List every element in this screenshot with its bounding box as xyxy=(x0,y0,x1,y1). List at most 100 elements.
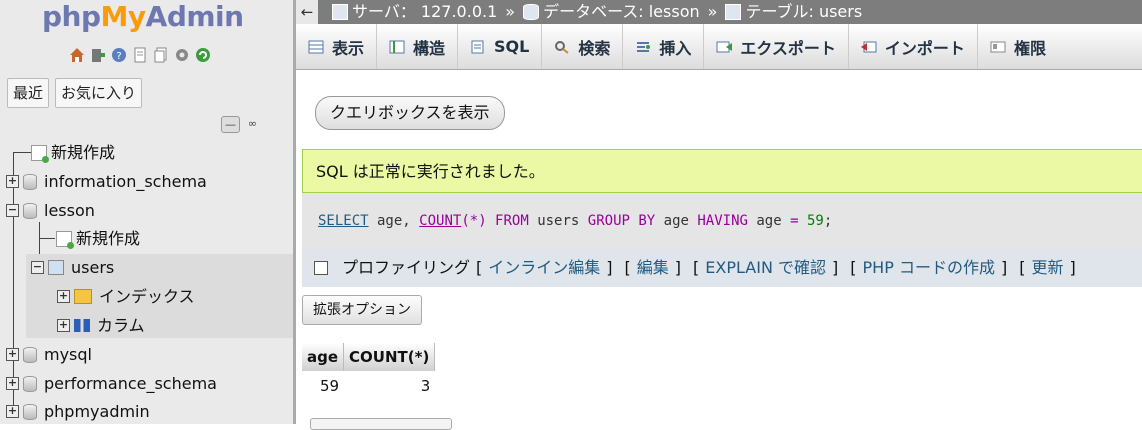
bracket: [ xyxy=(476,258,483,277)
explain-link[interactable]: EXPLAIN で確認 xyxy=(705,249,826,287)
tab-export[interactable]: エクスポート xyxy=(704,24,849,69)
result-table: age COUNT(*) 59 3 xyxy=(302,343,436,401)
tree-item-mysql[interactable]: + mysql xyxy=(6,341,92,368)
tab-search[interactable]: 検索 xyxy=(542,24,624,69)
tree-label: users xyxy=(71,258,115,277)
bracket: ] xyxy=(832,258,839,277)
result-header-row: age COUNT(*) xyxy=(302,343,436,371)
column-header-age[interactable]: age xyxy=(302,343,345,371)
tree-item-new[interactable]: 新規作成 xyxy=(31,139,115,166)
php-code-link[interactable]: PHP コードの作成 xyxy=(863,249,995,287)
breadcrumb-separator: » xyxy=(505,2,516,21)
tab-insert[interactable]: 挿入 xyxy=(623,24,705,69)
sql-function-count[interactable]: COUNT xyxy=(419,213,461,229)
bracket: ] xyxy=(1069,258,1076,277)
help-icon[interactable]: ? xyxy=(110,46,128,64)
sql-operator: = xyxy=(790,213,799,229)
phpmyadmin-logo[interactable]: phpMyAdmin xyxy=(42,0,244,33)
cell-age[interactable]: 59 xyxy=(302,371,344,401)
database-icon xyxy=(23,375,37,392)
collapse-icon[interactable]: − xyxy=(6,204,19,217)
collapse-all-icon[interactable]: — xyxy=(221,116,240,133)
cell-count[interactable]: 3 xyxy=(344,371,435,401)
tree-item-columns[interactable]: + カラム xyxy=(57,312,145,339)
table-menu: 表示 構造 SQL 検索 挿入 エクスポート インポート 権限 xyxy=(296,24,1142,70)
sql-keyword-select[interactable]: SELECT xyxy=(318,213,369,229)
sql-number: 59 xyxy=(798,213,824,229)
copy-icon[interactable] xyxy=(152,46,170,64)
bracket: ] xyxy=(1000,258,1008,277)
index-icon xyxy=(74,289,92,304)
collapse-icon[interactable]: − xyxy=(31,261,44,274)
export-icon xyxy=(716,40,733,54)
expand-icon[interactable]: + xyxy=(57,319,70,332)
breadcrumb: ← サーバ： 127.0.0.1 » データベース: lesson » テーブル… xyxy=(296,0,1142,24)
expand-icon[interactable]: + xyxy=(6,377,19,390)
import-icon xyxy=(860,40,877,54)
sql-star: * xyxy=(469,213,479,229)
exit-icon[interactable] xyxy=(89,46,107,64)
tab-privileges[interactable]: 権限 xyxy=(978,24,1058,69)
database-icon xyxy=(23,173,37,190)
profiling-label[interactable]: プロファイリング xyxy=(342,249,470,287)
tree-item-phpmyadmin[interactable]: + phpmyadmin xyxy=(6,398,150,424)
link-icon[interactable]: ∞ xyxy=(244,116,261,131)
inline-edit-link[interactable]: インライン編集 xyxy=(488,249,600,287)
nav-icon-bar: ? xyxy=(68,46,212,64)
tree-label: 新規作成 xyxy=(76,229,141,248)
query-tools-bar: プロファイリング [ インライン編集 ] [ 編集 ] [ EXPLAIN で確… xyxy=(302,249,1142,287)
bracket: [ xyxy=(850,258,857,277)
tab-browse[interactable]: 表示 xyxy=(296,24,378,69)
extended-options-button[interactable]: 拡張オプション xyxy=(302,295,422,325)
tree-item-users[interactable]: − users xyxy=(31,254,114,281)
partial-button[interactable] xyxy=(310,418,452,430)
bracket: [ xyxy=(624,258,631,277)
tab-favorites[interactable]: お気に入り xyxy=(55,78,143,108)
bracket: ] xyxy=(606,258,613,277)
column-header-count[interactable]: COUNT(*) xyxy=(344,343,436,371)
tree-item-performance-schema[interactable]: + performance_schema xyxy=(6,370,217,397)
reload-icon[interactable] xyxy=(194,46,212,64)
show-query-box-button[interactable]: クエリボックスを表示 xyxy=(315,96,505,130)
tab-import[interactable]: インポート xyxy=(849,24,978,69)
settings-icon[interactable] xyxy=(173,46,191,64)
tree-item-indexes[interactable]: + インデックス xyxy=(57,283,195,310)
expand-icon[interactable]: + xyxy=(6,405,19,418)
breadcrumb-database[interactable]: データベース: lesson xyxy=(543,0,700,24)
table-icon xyxy=(725,4,742,20)
expand-icon[interactable]: + xyxy=(6,175,19,188)
tab-label: 権限 xyxy=(1013,38,1046,58)
browse-icon xyxy=(308,40,324,54)
database-icon xyxy=(23,202,37,219)
breadcrumb-table[interactable]: テーブル: users xyxy=(745,0,862,24)
navigation-panel: phpMyAdmin ? 最近 お気に入り — ∞ 新規作成 + informat… xyxy=(0,0,296,424)
tree-line xyxy=(13,152,33,153)
sql-query-display[interactable]: SELECT age, COUNT(*) FROM users GROUP BY… xyxy=(302,193,1142,249)
breadcrumb-server[interactable]: サーバ： 127.0.0.1 xyxy=(352,0,497,24)
edit-link[interactable]: 編集 xyxy=(637,249,669,287)
sql-having-column: age xyxy=(747,213,791,229)
tree-label: performance_schema xyxy=(44,374,217,393)
expand-icon[interactable]: + xyxy=(57,290,70,303)
bracket: [ xyxy=(693,258,700,277)
tree-item-new-table[interactable]: 新規作成 xyxy=(56,225,140,252)
database-icon xyxy=(23,346,37,363)
sql-paren: ) xyxy=(478,213,487,229)
columns-icon xyxy=(74,319,90,332)
privileges-icon xyxy=(990,40,1006,54)
tree-item-lesson[interactable]: − lesson xyxy=(6,197,95,224)
refresh-link[interactable]: 更新 xyxy=(1031,249,1063,287)
tree-item-information-schema[interactable]: + information_schema xyxy=(6,168,207,195)
home-icon[interactable] xyxy=(68,46,86,64)
tab-structure[interactable]: 構造 xyxy=(377,24,459,69)
tab-recent[interactable]: 最近 xyxy=(7,78,50,108)
tree-label: phpmyadmin xyxy=(44,402,150,421)
profiling-checkbox[interactable] xyxy=(314,261,328,275)
back-button[interactable]: ← xyxy=(296,0,318,24)
tab-sql[interactable]: SQL xyxy=(458,24,543,69)
new-icon xyxy=(31,144,49,163)
expand-icon[interactable]: + xyxy=(6,348,19,361)
sql-keyword-group-by: GROUP BY xyxy=(587,213,656,229)
docs-icon[interactable] xyxy=(131,46,149,64)
structure-icon xyxy=(389,40,405,54)
